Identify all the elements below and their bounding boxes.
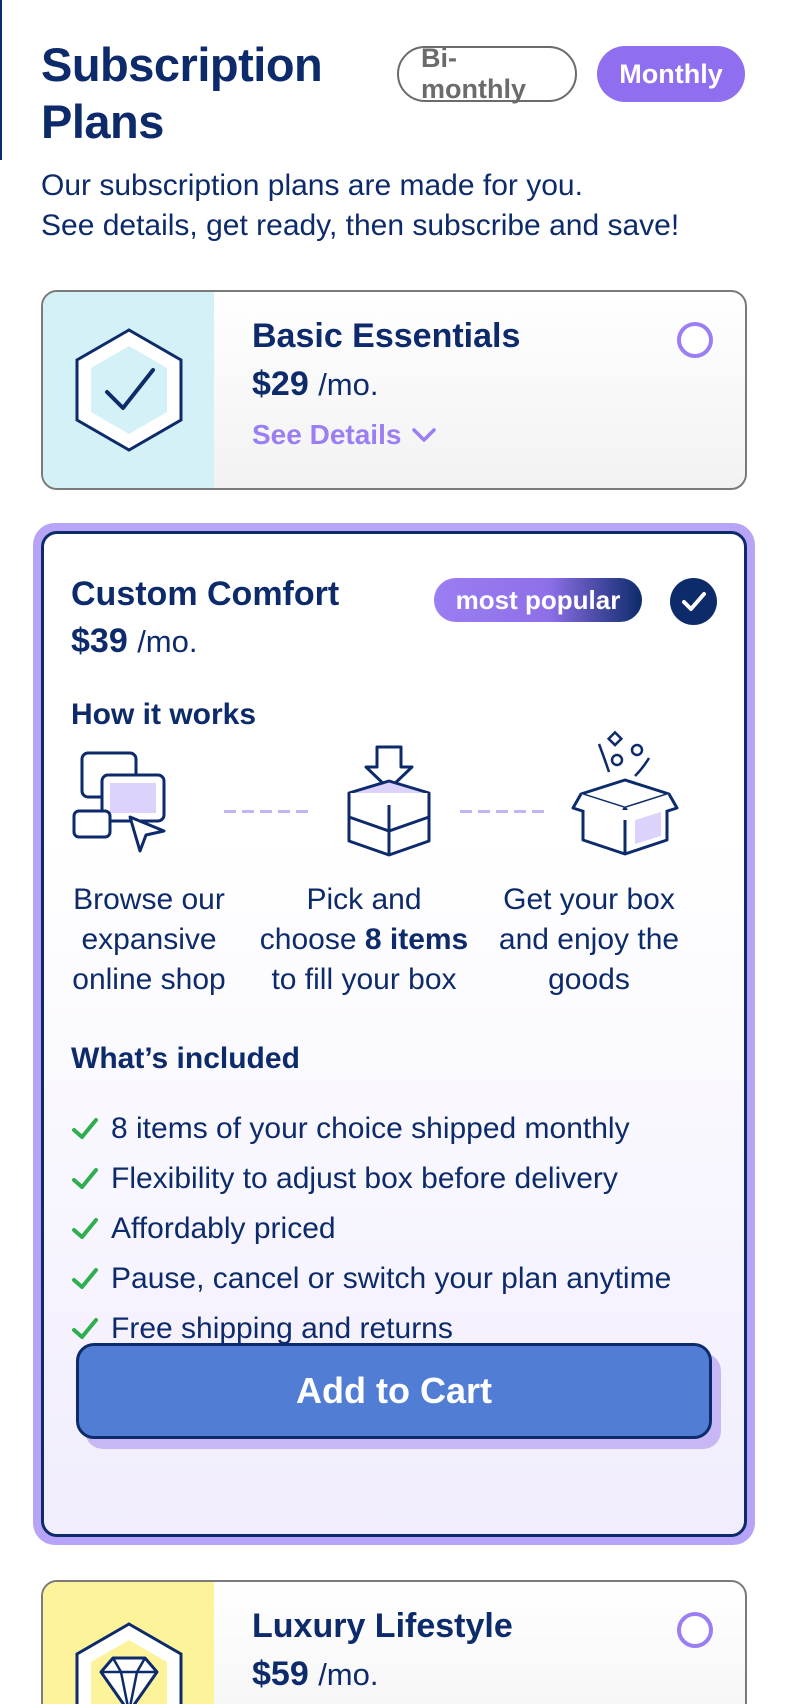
step-connector [224, 810, 314, 813]
list-item: Pause, cancel or switch your plan anytim… [71, 1254, 671, 1304]
step-text-pick: Pick and choose 8 items to fill your box [254, 880, 474, 1000]
green-check-icon [71, 1217, 107, 1241]
green-check-icon [71, 1167, 107, 1191]
billing-toggle: Bi-monthly Monthly [397, 43, 745, 104]
plan-price: $39 /mo. [71, 619, 197, 664]
add-to-cart-button[interactable]: Add to Cart [76, 1343, 712, 1439]
toggle-bi-monthly[interactable]: Bi-monthly [397, 43, 577, 104]
plan-info-luxury: Luxury Lifestyle $59 /mo. [252, 1604, 513, 1697]
subtitle-line-1: Our subscription plans are made for you. [41, 169, 583, 202]
chevron-down-icon [412, 428, 437, 442]
page-title: Subscription Plans [41, 38, 323, 148]
price-amount: $39 [71, 622, 128, 660]
plan-name: Basic Essentials [252, 317, 521, 355]
check-icon [681, 591, 706, 611]
price-amount: $59 [252, 1655, 309, 1693]
price-unit: /mo. [137, 624, 198, 659]
hexagon-diamond-icon [75, 1622, 182, 1704]
subtitle-line-2: See details, get ready, then subscribe a… [41, 209, 680, 242]
plan-name: Luxury Lifestyle [252, 1607, 513, 1645]
feature-text: Affordably priced [111, 1212, 336, 1245]
green-check-icon [71, 1267, 107, 1291]
plan-card-luxury[interactable]: Luxury Lifestyle $59 /mo. [41, 1580, 747, 1704]
how-it-works-heading: How it works [71, 698, 257, 731]
plan-art-basic [43, 292, 214, 488]
list-item: Flexibility to adjust box before deliver… [71, 1154, 671, 1204]
feature-text: Flexibility to adjust box before deliver… [111, 1162, 618, 1195]
open-box-icon [571, 730, 679, 856]
step-text-enjoy: Get your box and enjoy the goods [498, 883, 680, 996]
green-check-icon [71, 1117, 107, 1141]
plan-price: $29 /mo. [252, 362, 520, 407]
whats-included-heading: What’s included [71, 1042, 300, 1075]
page-header: Subscription Plans Bi-monthly Monthly [41, 36, 745, 150]
price-unit: /mo. [318, 367, 379, 402]
hexagon-check-icon [75, 328, 182, 452]
subscription-page: Subscription Plans Bi-monthly Monthly Ou… [0, 0, 786, 1704]
green-check-icon [71, 1317, 107, 1341]
browse-shop-icon [72, 751, 166, 853]
see-details-label: See Details [252, 419, 402, 450]
price-unit: /mo. [318, 1657, 379, 1692]
plan-card-custom[interactable]: Custom Comfort $39 /mo. most popular How… [41, 531, 747, 1537]
step-text-browse: Browse our expansive online shop [72, 883, 226, 996]
list-item: Affordably priced [71, 1204, 671, 1254]
edge-divider [0, 0, 2, 160]
step-text-pick-bold: 8 items [364, 923, 469, 956]
pick-box-icon [347, 745, 431, 857]
plan-selected-check[interactable] [670, 578, 717, 625]
plan-name: Custom Comfort [71, 575, 340, 613]
page-subtitle: Our subscription plans are made for you.… [41, 166, 761, 246]
step-text-pick-post: to fill your box [271, 963, 457, 996]
plan-art-luxury [43, 1582, 214, 1704]
plan-radio-basic[interactable] [677, 322, 713, 358]
feature-text: Free shipping and returns [111, 1312, 453, 1345]
list-item: 8 items of your choice shipped monthly [71, 1104, 671, 1154]
included-features-list: 8 items of your choice shipped monthly F… [71, 1104, 671, 1354]
plan-info-basic: Basic Essentials $29 /mo. See Details [252, 314, 520, 451]
toggle-monthly[interactable]: Monthly [597, 46, 745, 102]
plan-price: $59 /mo. [252, 1652, 513, 1697]
plan-radio-luxury[interactable] [677, 1612, 713, 1648]
see-details-link[interactable]: See Details [252, 419, 520, 451]
feature-text: Pause, cancel or switch your plan anytim… [111, 1262, 672, 1295]
step-connector [460, 810, 550, 813]
feature-text: 8 items of your choice shipped monthly [111, 1112, 630, 1145]
price-amount: $29 [252, 365, 309, 403]
plan-card-basic[interactable]: Basic Essentials $29 /mo. See Details [41, 290, 747, 490]
most-popular-badge: most popular [434, 578, 642, 622]
